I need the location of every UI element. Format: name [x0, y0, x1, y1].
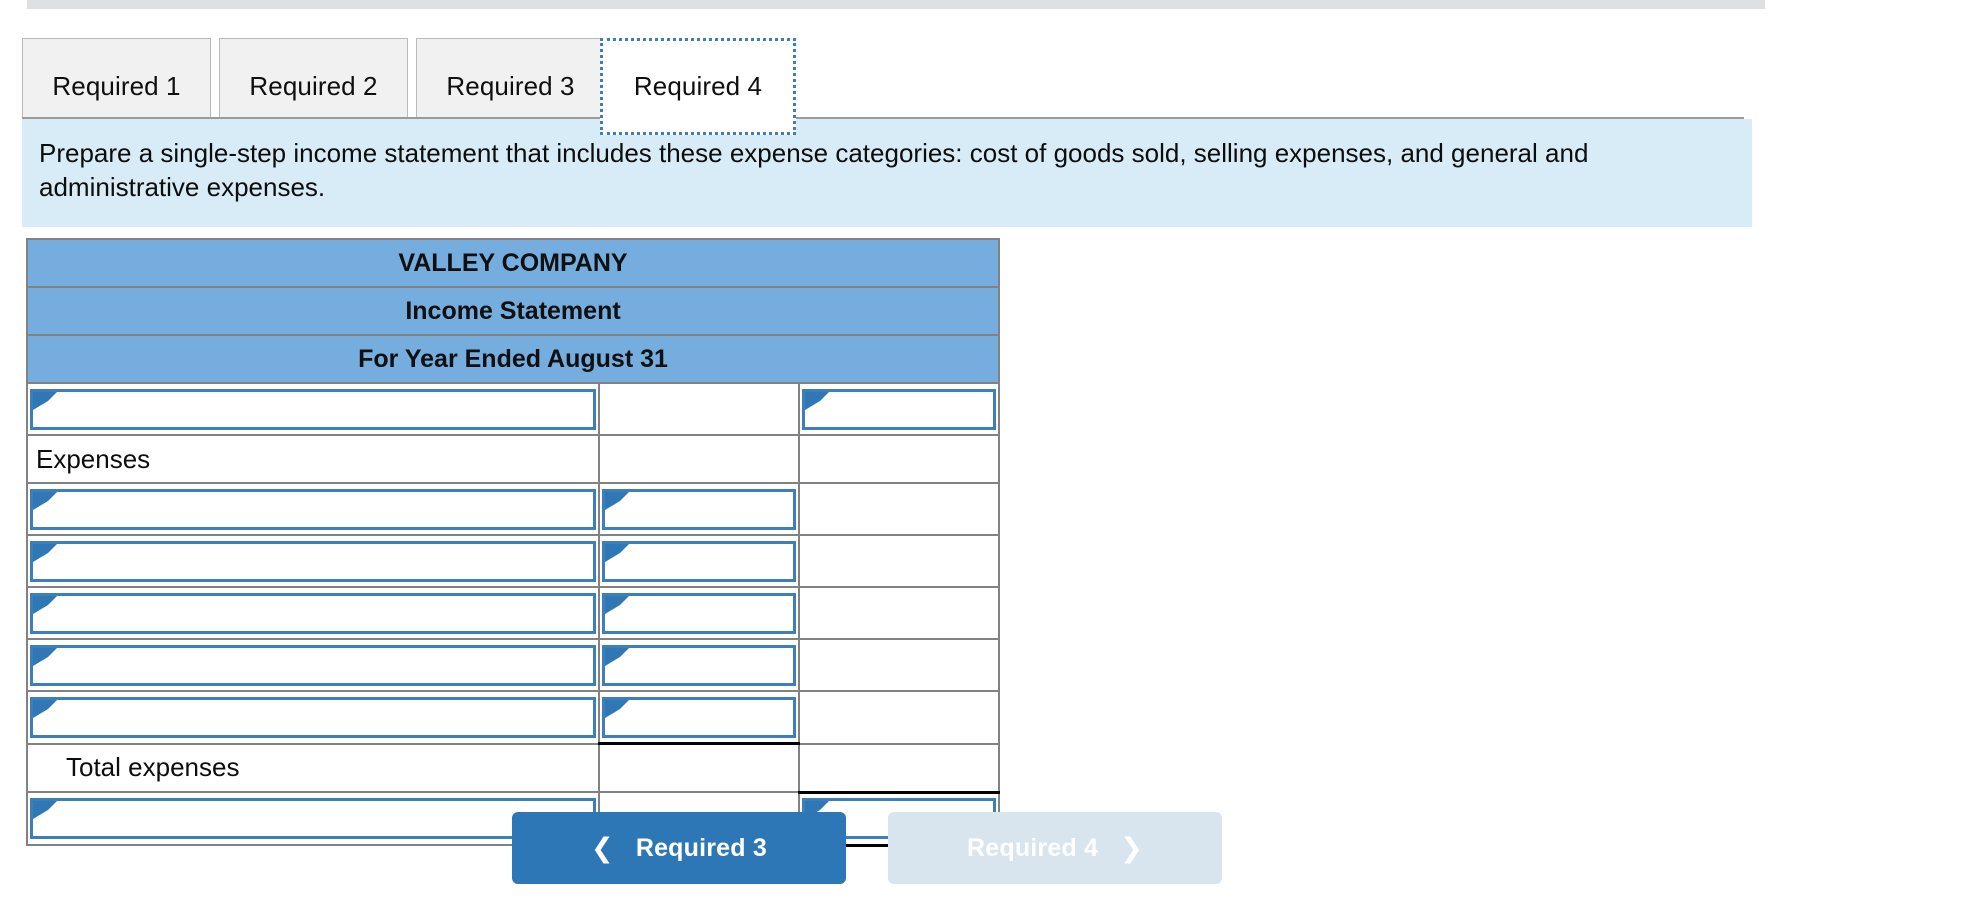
description-input[interactable] — [51, 391, 587, 427]
statement-header-row: VALLEY COMPANY — [26, 238, 1000, 288]
subtotal-field-wrapper[interactable] — [602, 592, 796, 634]
description-field-wrapper[interactable] — [30, 388, 596, 430]
table-row: Total expenses — [26, 742, 1000, 793]
cell-description-label: Total expenses — [26, 742, 600, 793]
description-input[interactable] — [51, 491, 587, 527]
table-row: Expenses — [26, 434, 1000, 484]
description-input[interactable] — [51, 647, 587, 683]
description-input[interactable] — [51, 543, 587, 579]
cell-total-blank — [798, 742, 1000, 793]
table-row — [26, 534, 1000, 588]
cell-description — [26, 534, 600, 588]
subtotal-input[interactable] — [623, 543, 787, 579]
cell-description — [26, 690, 600, 745]
statement-header-line: For Year Ended August 31 — [26, 334, 1000, 384]
row-label: Expenses — [36, 443, 151, 474]
cell-description — [26, 382, 600, 436]
navigation-bar: ❮ Required 3 Required 4 ❯ — [0, 812, 1981, 884]
tab-label: Required 1 — [52, 70, 181, 101]
table-row — [26, 382, 1000, 436]
total-field-wrapper[interactable] — [802, 388, 996, 430]
subtotal-input[interactable] — [623, 647, 787, 683]
next-required-button: Required 4 ❯ — [888, 812, 1222, 884]
tab-label: Required 3 — [446, 70, 575, 101]
statement-header-row: For Year Ended August 31 — [26, 334, 1000, 384]
cell-total-blank — [798, 586, 1000, 640]
cell-subtotal-blank — [598, 742, 800, 793]
subtotal-field-wrapper[interactable] — [602, 644, 796, 686]
table-row — [26, 482, 1000, 536]
subtotal-field-wrapper[interactable] — [602, 488, 796, 530]
description-field-wrapper[interactable] — [30, 592, 596, 634]
cell-total-blank — [798, 434, 1000, 484]
subtotal-input[interactable] — [623, 699, 787, 735]
statement-header-row: Income Statement — [26, 286, 1000, 336]
statement-header-line: Income Statement — [26, 286, 1000, 336]
instruction-text: Prepare a single-step income statement t… — [39, 138, 1589, 203]
next-required-label: Required 4 — [966, 833, 1099, 862]
table-row — [26, 638, 1000, 692]
description-field-wrapper[interactable] — [30, 696, 596, 738]
chevron-left-icon: ❮ — [590, 832, 614, 863]
statement-header-line: VALLEY COMPANY — [26, 238, 1000, 288]
cell-subtotal — [598, 534, 800, 588]
cell-description — [26, 482, 600, 536]
cell-subtotal — [598, 586, 800, 640]
cell-subtotal-blank — [598, 382, 800, 436]
chevron-right-icon: ❯ — [1120, 832, 1144, 863]
subtotal-field-wrapper[interactable] — [602, 696, 796, 738]
description-input[interactable] — [51, 699, 587, 735]
row-label: Total expenses — [66, 752, 240, 783]
table-row — [26, 690, 1000, 745]
cell-subtotal — [598, 482, 800, 536]
prev-required-label: Required 3 — [635, 833, 768, 862]
subtotal-field-wrapper[interactable] — [602, 540, 796, 582]
tab-required-4[interactable]: Required 4 — [600, 38, 796, 135]
description-field-wrapper[interactable] — [30, 540, 596, 582]
cell-subtotal-blank — [598, 434, 800, 484]
cell-subtotal — [598, 638, 800, 692]
subtotal-input[interactable] — [623, 595, 787, 631]
cell-description — [26, 638, 600, 692]
tab-bar: Required 1 Required 2 Required 3 Required 4 — [0, 18, 1981, 135]
description-input[interactable] — [51, 595, 587, 631]
cell-total-blank — [798, 482, 1000, 536]
prev-required-button[interactable]: ❮ Required 3 — [512, 812, 846, 884]
income-statement-table: VALLEY COMPANY Income Statement For Year E… — [26, 238, 1000, 847]
cell-description — [26, 586, 600, 640]
cell-total-blank — [798, 690, 1000, 745]
cell-total — [798, 382, 1000, 436]
cell-subtotal — [598, 690, 800, 745]
cell-total-blank — [798, 638, 1000, 692]
subtotal-input[interactable] — [623, 491, 787, 527]
table-row — [26, 586, 1000, 640]
instruction-panel: Prepare a single-step income statement t… — [22, 119, 1752, 227]
description-field-wrapper[interactable] — [30, 488, 596, 530]
description-field-wrapper[interactable] — [30, 644, 596, 686]
cell-total-blank — [798, 534, 1000, 588]
tab-label: Required 2 — [249, 70, 378, 101]
cell-description-label: Expenses — [26, 434, 600, 484]
total-input[interactable] — [823, 391, 987, 427]
tab-label: Required 4 — [633, 71, 763, 101]
top-grey-strip — [27, 0, 1765, 9]
